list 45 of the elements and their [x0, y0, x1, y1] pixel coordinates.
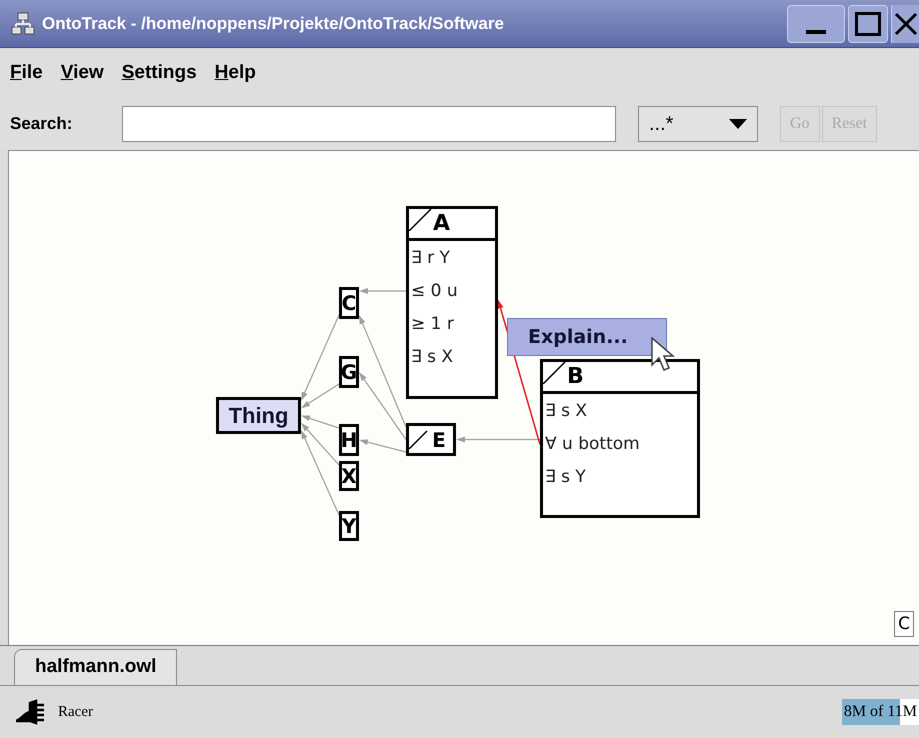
class-name: E	[432, 426, 446, 454]
context-menu-item[interactable]: Explain...	[507, 318, 667, 356]
reasoner-label: Racer	[58, 702, 93, 722]
class-node[interactable]: A ∃ r Y ≤ 0 u ≥ 1 r ∃ s X	[406, 206, 498, 399]
search-label: Search:	[10, 113, 74, 136]
menu-item[interactable]: Help	[214, 58, 256, 88]
restriction-label: ≤ 0 u	[411, 280, 459, 303]
window-title: OntoTrack - /home/noppens/Projekte/OntoTrack/Software	[42, 12, 504, 35]
class-node[interactable]: E	[406, 423, 456, 456]
class-node[interactable]: H	[339, 424, 359, 456]
menu-item[interactable]: View	[60, 58, 104, 88]
class-name: A	[433, 210, 450, 238]
restriction-label: ∃ s X	[545, 400, 588, 423]
close-icon	[894, 12, 918, 36]
app-icon	[11, 12, 35, 36]
class-node[interactable]: Thing	[216, 397, 301, 434]
minimize-button[interactable]	[787, 4, 845, 42]
defined-class-icon	[409, 209, 433, 231]
file-tab[interactable]: halfmann.owl	[14, 649, 178, 685]
maximize-button[interactable]	[848, 4, 888, 42]
restriction-label: ≥ 1 r	[411, 313, 455, 336]
caret-icon	[729, 119, 747, 129]
menu-item[interactable]: Settings	[122, 58, 197, 88]
mouse-pointer-icon	[651, 337, 675, 373]
restriction-label: ∃ s Y	[545, 466, 587, 489]
defined-class-icon	[409, 429, 429, 449]
class-node[interactable]: X	[339, 461, 359, 491]
menu-item[interactable]: File	[10, 58, 43, 88]
class-node[interactable]: G	[339, 356, 359, 388]
class-node[interactable]: C	[339, 287, 359, 319]
memory-usage-text: 8M of 11M	[842, 702, 917, 722]
class-node[interactable]: B ∃ s X ∀ u bottom ∃ s Y	[540, 359, 700, 518]
restriction-label: ∃ r Y	[411, 247, 451, 270]
minimize-icon	[806, 30, 826, 34]
subclass-arrow	[359, 288, 406, 294]
maximize-icon	[855, 12, 881, 36]
defined-class-icon	[543, 362, 567, 384]
search-field[interactable]	[122, 106, 616, 142]
class-node[interactable]: Y	[339, 511, 359, 541]
restriction-label: ∃ s X	[411, 346, 454, 369]
restriction-label: ∀ u bottom	[545, 433, 641, 456]
overview-button[interactable]: C	[894, 611, 914, 637]
close-button[interactable]	[891, 4, 919, 42]
class-name: B	[567, 363, 584, 391]
mode-dropdown[interactable]: ...*	[638, 106, 758, 142]
